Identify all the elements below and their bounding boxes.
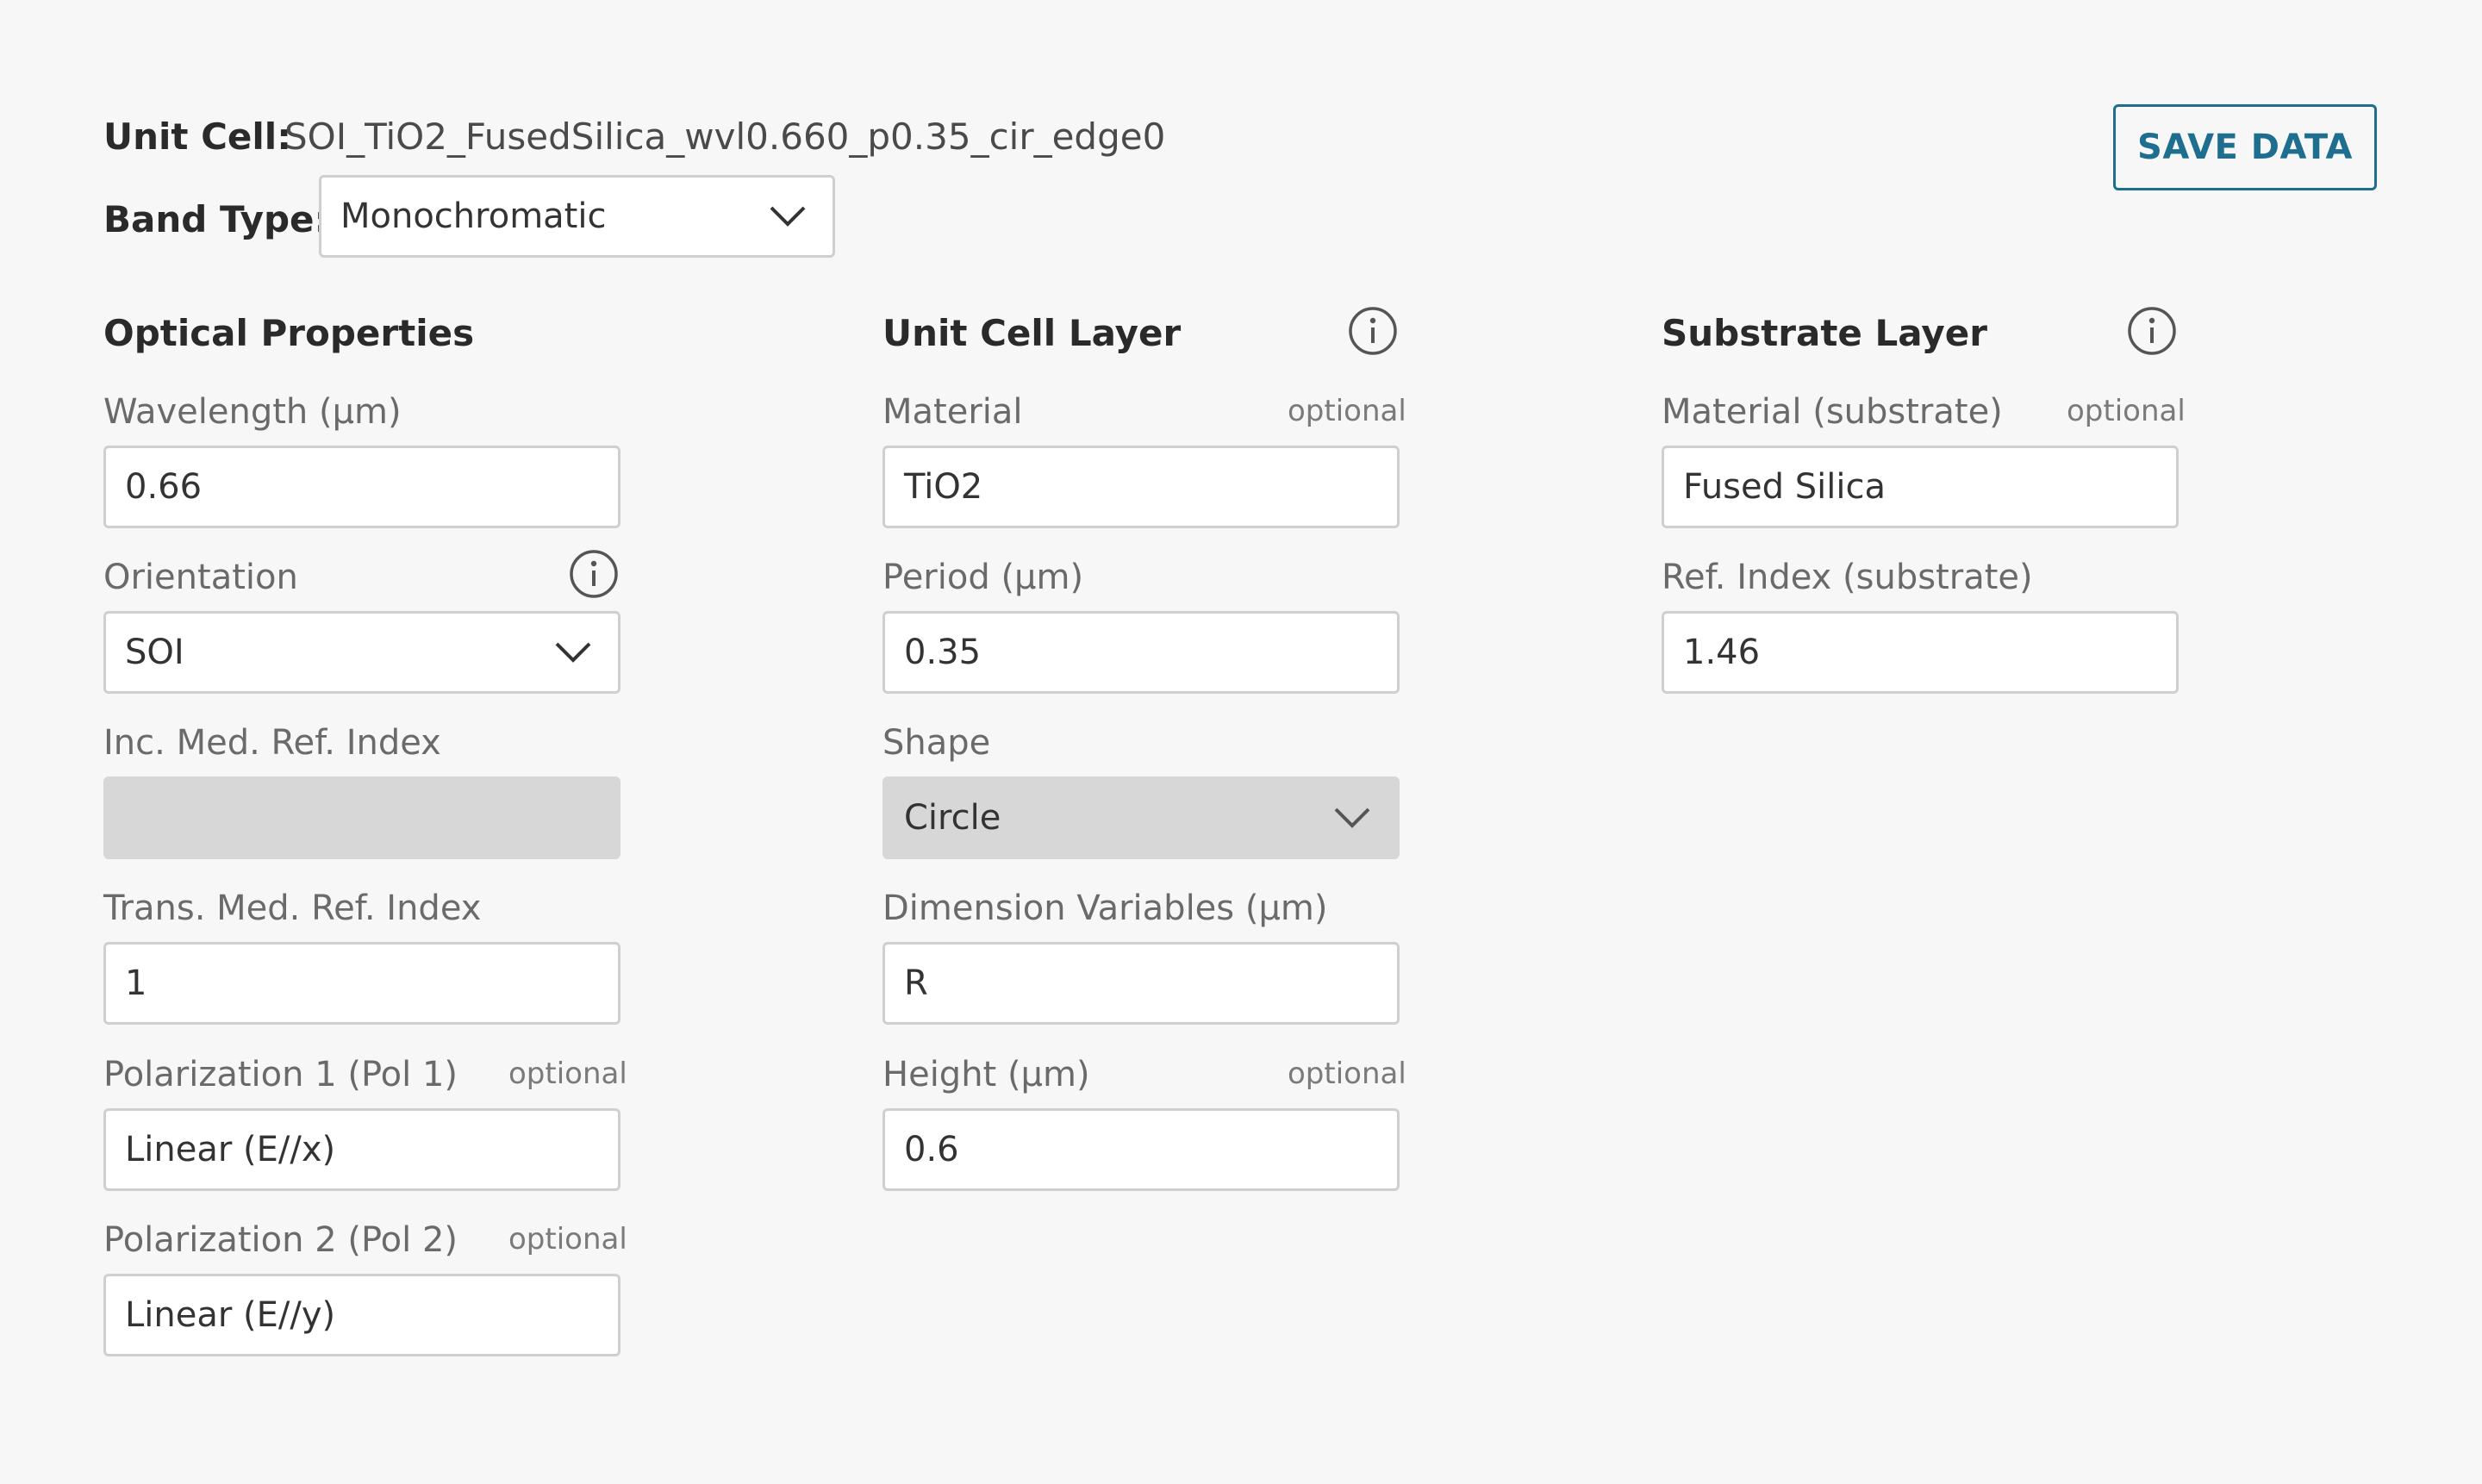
chevron-down-icon <box>1334 807 1370 828</box>
material-label: Material <box>882 392 1023 432</box>
polarization-1-label: Polarization 1 (Pol 1) <box>103 1055 458 1094</box>
optional-tag: optional <box>1288 1057 1406 1091</box>
dimension-variables-value: R <box>904 963 928 1003</box>
wavelength-field[interactable]: 0.66 <box>103 446 620 528</box>
trans-med-ref-index-value: 1 <box>125 963 147 1003</box>
polarization-2-field[interactable]: Linear (E//y) <box>103 1274 620 1356</box>
substrate-ref-index-field[interactable]: 1.46 <box>1662 611 2179 694</box>
height-field[interactable]: 0.6 <box>882 1108 1400 1191</box>
orientation-select[interactable]: SOI <box>103 611 620 694</box>
wavelength-value: 0.66 <box>125 467 203 507</box>
polarization-2-value: Linear (E//y) <box>125 1295 336 1335</box>
polarization-2-label: Polarization 2 (Pol 2) <box>103 1220 458 1260</box>
inc-med-ref-index-field <box>103 776 620 859</box>
orientation-label: Orientation <box>103 558 298 597</box>
substrate-material-label: Material (substrate) <box>1662 392 2003 432</box>
dimension-variables-field[interactable]: R <box>882 942 1400 1025</box>
trans-med-ref-index-label: Trans. Med. Ref. Index <box>103 889 482 928</box>
height-label: Height (μm) <box>882 1055 1090 1094</box>
polarization-1-value: Linear (E//x) <box>125 1130 336 1169</box>
period-label: Period (μm) <box>882 558 1084 597</box>
substrate-ref-index-value: 1.46 <box>1683 633 1761 672</box>
substrate-material-value: Fused Silica <box>1683 467 1886 507</box>
height-value: 0.6 <box>904 1130 959 1169</box>
dimension-variables-label: Dimension Variables (μm) <box>882 889 1328 928</box>
material-field[interactable]: TiO2 <box>882 446 1400 528</box>
unit-cell-name: SOI_TiO2_FusedSilica_wvl0.660_p0.35_cir_… <box>284 115 1166 158</box>
unit-cell-label: Unit Cell: <box>103 115 291 158</box>
optional-tag: optional <box>2067 394 2186 428</box>
shape-label: Shape <box>882 723 991 763</box>
info-icon[interactable] <box>2127 306 2177 356</box>
band-type-select[interactable]: Monochromatic <box>319 175 835 258</box>
band-type-label: Band Type: <box>103 198 329 240</box>
orientation-value: SOI <box>125 633 184 672</box>
trans-med-ref-index-field[interactable]: 1 <box>103 942 620 1025</box>
chevron-down-icon <box>555 642 591 663</box>
optical-properties-title: Optical Properties <box>103 312 475 354</box>
unit-cell-layer-title: Unit Cell Layer <box>882 312 1182 354</box>
info-icon[interactable] <box>1348 306 1398 356</box>
material-value: TiO2 <box>904 467 983 507</box>
optional-tag: optional <box>508 1222 627 1256</box>
wavelength-label: Wavelength (μm) <box>103 392 402 432</box>
substrate-material-field[interactable]: Fused Silica <box>1662 446 2179 528</box>
save-data-button[interactable]: SAVE DATA <box>2113 104 2377 190</box>
optional-tag: optional <box>1288 394 1406 428</box>
info-icon[interactable] <box>569 549 619 599</box>
polarization-1-field[interactable]: Linear (E//x) <box>103 1108 620 1191</box>
substrate-ref-index-label: Ref. Index (substrate) <box>1662 558 2033 597</box>
period-field[interactable]: 0.35 <box>882 611 1400 694</box>
chevron-down-icon <box>770 206 806 227</box>
shape-value: Circle <box>904 798 1001 838</box>
shape-select: Circle <box>882 776 1400 859</box>
band-type-value: Monochromatic <box>340 196 607 236</box>
inc-med-ref-index-label: Inc. Med. Ref. Index <box>103 723 441 763</box>
period-value: 0.35 <box>904 633 982 672</box>
substrate-layer-title: Substrate Layer <box>1662 312 1987 354</box>
optional-tag: optional <box>508 1057 627 1091</box>
